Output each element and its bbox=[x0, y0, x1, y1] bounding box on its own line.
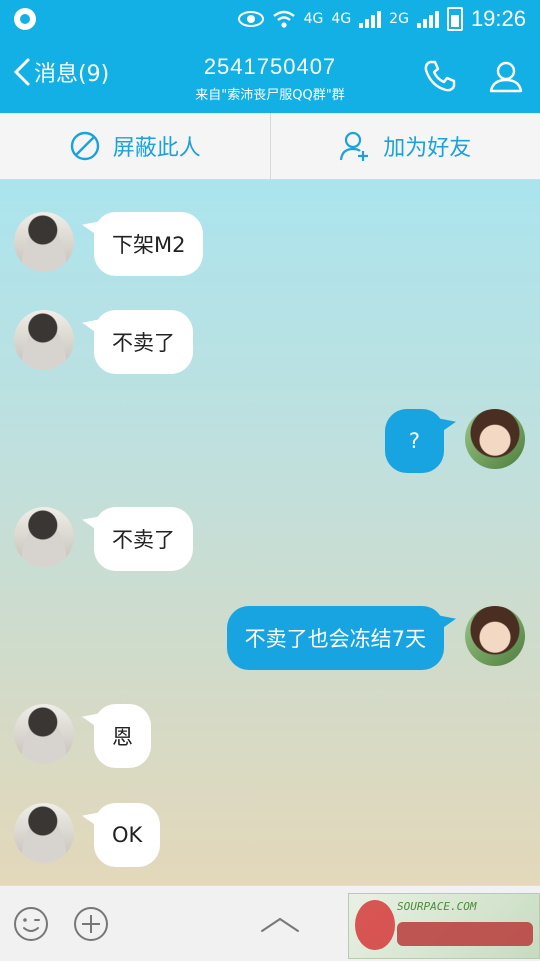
signal-icon-2 bbox=[417, 10, 439, 28]
back-button[interactable]: 消息(9) bbox=[12, 56, 109, 88]
eye-icon bbox=[238, 11, 264, 27]
message-bubble-in[interactable]: 恩 bbox=[94, 704, 151, 768]
profile-icon[interactable] bbox=[488, 58, 524, 94]
add-friend-icon bbox=[339, 130, 371, 162]
watermark-banner bbox=[397, 922, 533, 946]
block-user-button[interactable]: 屏蔽此人 bbox=[0, 113, 270, 179]
message-bubble-out[interactable]: 不卖了也会冻结7天 bbox=[227, 606, 444, 670]
back-label: 消息(9) bbox=[34, 56, 109, 88]
page-title: 2541750407 bbox=[150, 54, 390, 80]
add-friend-label: 加为好友 bbox=[383, 130, 471, 162]
avatar-sender[interactable] bbox=[14, 704, 74, 764]
watermark-logo: SOURPACE.COM bbox=[348, 893, 540, 959]
avatar-sender[interactable] bbox=[14, 310, 74, 370]
message-bubble-in[interactable]: OK bbox=[94, 803, 160, 867]
page-subtitle: 来自"索沛丧尸服QQ群"群 bbox=[150, 84, 390, 103]
avatar-sender[interactable] bbox=[14, 507, 74, 567]
network-type-1: 4G bbox=[304, 11, 324, 27]
message-bubble-in[interactable]: 下架M2 bbox=[94, 212, 203, 276]
avatar-self[interactable] bbox=[465, 606, 525, 666]
block-icon bbox=[69, 130, 101, 162]
emoji-icon[interactable] bbox=[12, 905, 50, 943]
chat-area[interactable]: 下架M2 不卖了 ? 不卖了 不卖了也会冻结7天 恩 OK bbox=[0, 180, 540, 885]
qq-app-icon bbox=[14, 8, 36, 30]
status-bar: 4G 4G 2G 19:26 bbox=[0, 0, 540, 38]
title-block: 2541750407 来自"索沛丧尸服QQ群"群 bbox=[150, 54, 390, 103]
action-bar: 屏蔽此人 加为好友 bbox=[0, 113, 540, 180]
message-bubble-in[interactable]: 不卖了 bbox=[94, 310, 193, 374]
phone-icon[interactable] bbox=[422, 58, 458, 94]
message-bubble-in[interactable]: 不卖了 bbox=[94, 507, 193, 571]
avatar-self[interactable] bbox=[465, 409, 525, 469]
wifi-icon bbox=[272, 9, 296, 29]
watermark-text: SOURPACE.COM bbox=[397, 900, 476, 913]
battery-icon bbox=[447, 7, 463, 31]
signal-icon bbox=[359, 10, 381, 28]
avatar-sender[interactable] bbox=[14, 212, 74, 272]
network-type-2: 4G bbox=[331, 11, 351, 27]
message-bubble-out[interactable]: ? bbox=[385, 409, 444, 473]
status-time: 19:26 bbox=[471, 6, 526, 32]
network-type-3: 2G bbox=[389, 11, 409, 27]
status-right: 4G 4G 2G 19:26 bbox=[238, 6, 526, 32]
chevron-up-icon[interactable] bbox=[259, 905, 301, 943]
chevron-left-icon bbox=[12, 57, 32, 87]
add-friend-button[interactable]: 加为好友 bbox=[270, 113, 540, 179]
block-user-label: 屏蔽此人 bbox=[113, 130, 201, 162]
chat-header: 消息(9) 2541750407 来自"索沛丧尸服QQ群"群 bbox=[0, 38, 540, 113]
plus-icon[interactable] bbox=[72, 905, 110, 943]
watermark-emblem bbox=[355, 900, 395, 950]
avatar-sender[interactable] bbox=[14, 803, 74, 863]
